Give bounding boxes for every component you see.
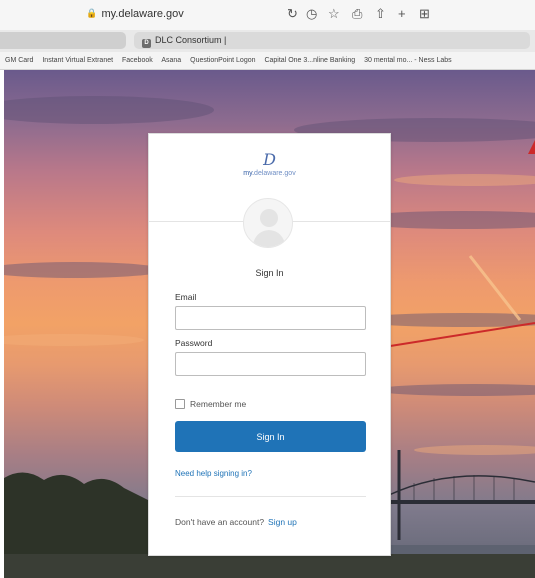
sign-up-link[interactable]: Sign up — [268, 517, 297, 527]
remember-me-row[interactable]: Remember me — [175, 399, 246, 410]
email-field[interactable] — [175, 306, 366, 330]
mydelaware-logo: D my.delaware.gov — [149, 150, 390, 178]
no-account-text: Don't have an account? — [175, 517, 265, 527]
logo-delaware: delaware — [254, 170, 283, 177]
email-label: Email — [175, 292, 197, 302]
annotation-arrow-top — [528, 140, 535, 154]
remember-me-checkbox[interactable] — [175, 399, 185, 409]
signup-row: Don't have an account? Sign up — [175, 517, 297, 527]
logo-mark: D — [263, 150, 276, 169]
sign-in-title: Sign In — [255, 268, 284, 278]
user-avatar-icon — [243, 198, 293, 248]
annotation-arrow-password — [372, 322, 535, 353]
logo-gov: .gov — [282, 170, 296, 177]
remember-me-label: Remember me — [190, 399, 247, 409]
footer-divider — [175, 496, 366, 497]
password-field[interactable] — [175, 352, 366, 376]
password-label: Password — [175, 338, 213, 348]
sign-in-button[interactable]: Sign In — [175, 421, 366, 452]
login-card: D my.delaware.gov Sign In Email Password… — [148, 133, 391, 556]
logo-text: my.delaware.gov — [149, 170, 390, 177]
logo-my: my. — [243, 170, 255, 177]
help-link[interactable]: Need help signing in? — [175, 469, 252, 478]
